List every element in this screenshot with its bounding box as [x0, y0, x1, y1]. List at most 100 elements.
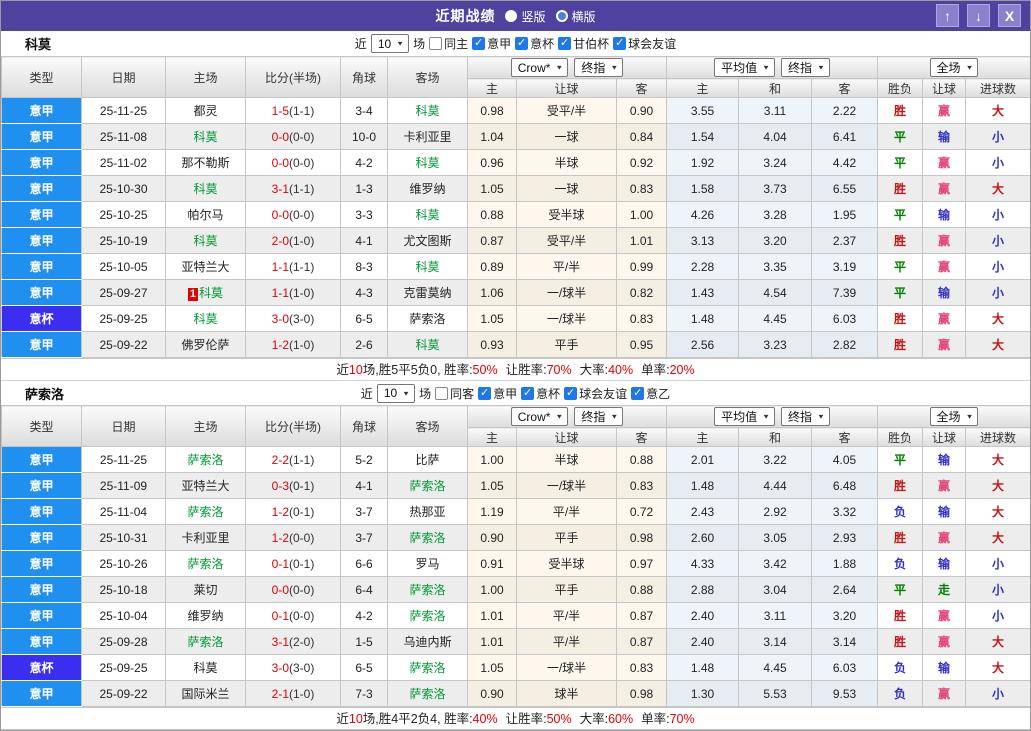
away-team-cell: 萨索洛 — [387, 680, 468, 707]
avg-away-odds: 2.37 — [810, 227, 879, 254]
avg-draw-odds: 2.92 — [738, 498, 812, 525]
league-filter-option[interactable]: 球会友谊 — [564, 385, 627, 402]
league-checkbox[interactable] — [478, 386, 492, 400]
avg-away-odds: 4.05 — [810, 446, 879, 473]
home-team-cell: 科莫 — [165, 123, 246, 150]
result-handicap: 输 — [922, 123, 967, 150]
league-filter-option[interactable]: 球会友谊 — [613, 35, 676, 52]
league-checkbox[interactable] — [613, 37, 627, 50]
same-venue-option[interactable]: 同客 — [435, 385, 474, 402]
average-select[interactable]: 平均值 ▼ — [714, 407, 775, 426]
crow-home-odds: 0.87 — [467, 227, 517, 254]
col-handicap-result: 让球 — [922, 427, 967, 447]
fulltime-select[interactable]: 全场 ▼ — [929, 58, 979, 77]
same-venue-checkbox[interactable] — [435, 386, 449, 400]
result-winlose: 负 — [877, 498, 924, 525]
league-filter-option[interactable]: 甘伯杯 — [558, 35, 609, 52]
fulltime-select[interactable]: 全场 ▼ — [929, 407, 979, 426]
corner-cell: 3-3 — [340, 201, 388, 228]
result-handicap: 赢 — [922, 524, 967, 551]
match-row: 意甲 25-10-18 莱切 0-0(0-0) 6-4 萨索洛 1.00 平手 … — [1, 576, 1030, 603]
recent-count-select[interactable]: 10 ▼ — [376, 383, 416, 403]
chevron-down-icon: ▼ — [965, 63, 974, 72]
away-team-cell: 卡利亚里 — [387, 123, 468, 150]
league-checkbox[interactable] — [631, 386, 645, 400]
away-team-cell: 萨索洛 — [387, 524, 468, 551]
result-handicap: 赢 — [922, 149, 967, 176]
result-handicap: 输 — [922, 201, 967, 228]
radio-vertical-icon[interactable] — [505, 10, 518, 22]
league-filter-option[interactable]: 意杯 — [521, 385, 560, 402]
crow-away-odds: 0.84 — [616, 123, 667, 150]
league-checkbox[interactable] — [521, 386, 535, 400]
league-checkbox[interactable] — [472, 37, 486, 50]
corner-cell: 3-4 — [340, 97, 388, 124]
crow-handicap: 平/半 — [516, 628, 617, 655]
result-goals: 大 — [965, 654, 1030, 681]
mode-horizontal[interactable]: 横版 — [555, 8, 596, 25]
mode-vertical[interactable]: 竖版 — [505, 8, 546, 25]
league-filter-option[interactable]: 意杯 — [515, 35, 554, 52]
avg-away-odds: 1.88 — [810, 550, 879, 577]
avg-home-odds: 2.88 — [666, 576, 739, 603]
avg-odds-stage-select[interactable]: 终指 ▼ — [781, 58, 830, 77]
col-date: 日期 — [81, 56, 166, 98]
crow-odds-stage-select[interactable]: 终指 ▼ — [574, 407, 624, 426]
crow-home-odds: 1.05 — [467, 305, 517, 332]
average-select[interactable]: 平均值 ▼ — [714, 58, 775, 77]
result-winlose: 负 — [877, 550, 924, 577]
corner-cell: 8-3 — [340, 253, 388, 280]
col-avg-away: 客 — [810, 78, 879, 98]
result-handicap: 输 — [922, 446, 967, 473]
crow-home-odds: 1.05 — [467, 175, 517, 202]
avg-odds-stage-select[interactable]: 终指 ▼ — [781, 407, 830, 426]
same-venue-checkbox[interactable] — [429, 37, 443, 50]
crow-away-odds: 0.82 — [616, 279, 667, 306]
crow-away-odds: 1.01 — [616, 227, 667, 254]
result-goals: 小 — [965, 602, 1030, 629]
league-checkbox[interactable] — [564, 386, 578, 400]
crow-home-odds: 0.88 — [467, 201, 517, 228]
match-row: 意甲 25-11-08 科莫 0-0(0-0) 10-0 卡利亚里 1.04 一… — [1, 123, 1030, 150]
crow-away-odds: 0.88 — [616, 446, 667, 473]
league-filter-option[interactable]: 意甲 — [472, 35, 511, 52]
crow-odds-stage-select[interactable]: 终指 ▼ — [574, 58, 624, 77]
league-filter-option[interactable]: 意乙 — [631, 385, 670, 402]
move-down-button[interactable]: ↓ — [967, 4, 990, 27]
result-goals: 大 — [965, 628, 1030, 655]
recent-count-select[interactable]: 10 ▼ — [370, 34, 410, 53]
bookmaker-select[interactable]: Crow* ▼ — [510, 407, 569, 426]
home-team-cell: 1 科莫 — [165, 279, 246, 306]
home-team-cell: 帕尔马 — [165, 201, 246, 228]
home-team-cell: 国际米兰 — [165, 680, 246, 707]
result-goals: 小 — [965, 576, 1030, 603]
same-venue-option[interactable]: 同主 — [429, 35, 468, 52]
crow-handicap: 平/半 — [516, 498, 617, 525]
result-goals: 大 — [965, 472, 1030, 499]
move-up-button[interactable]: ↑ — [936, 4, 959, 27]
col-winlose: 胜负 — [877, 78, 924, 98]
crow-away-odds: 0.72 — [616, 498, 667, 525]
avg-draw-odds: 3.11 — [738, 602, 812, 629]
result-winlose: 胜 — [877, 602, 924, 629]
radio-horizontal-icon[interactable] — [555, 10, 568, 22]
home-team-cell: 萨索洛 — [165, 498, 246, 525]
result-handicap: 输 — [922, 654, 967, 681]
home-team-cell: 佛罗伦萨 — [165, 331, 246, 358]
result-goals: 大 — [965, 97, 1030, 124]
result-handicap: 赢 — [922, 602, 967, 629]
close-button[interactable]: X — [998, 4, 1021, 27]
col-avg-home: 主 — [666, 78, 739, 98]
league-checkbox[interactable] — [558, 37, 572, 50]
score-cell: 2-1(1-0) — [245, 680, 341, 707]
type-cell: 意甲 — [1, 227, 82, 254]
avg-draw-odds: 3.11 — [738, 97, 812, 124]
col-type: 类型 — [1, 56, 82, 98]
league-filter-option[interactable]: 意甲 — [478, 385, 517, 402]
score-cell: 3-1(1-1) — [245, 175, 341, 202]
result-goals: 大 — [965, 175, 1030, 202]
bookmaker-select[interactable]: Crow* ▼ — [510, 58, 569, 77]
league-checkbox[interactable] — [515, 37, 529, 50]
corner-cell: 4-2 — [340, 602, 388, 629]
home-team-cell: 萨索洛 — [165, 446, 246, 473]
